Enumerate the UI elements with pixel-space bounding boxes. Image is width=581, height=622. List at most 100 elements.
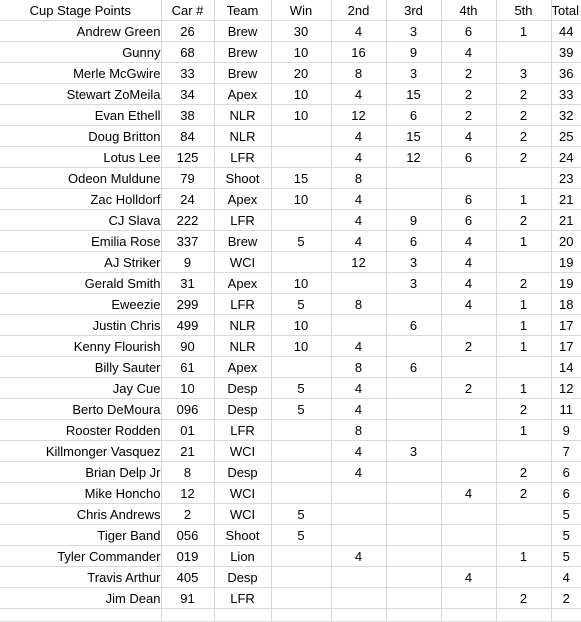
- cell-third: [385, 545, 442, 567]
- cell-third: 6: [385, 314, 442, 336]
- cell-win: [270, 566, 332, 588]
- cell-win: 10: [270, 188, 332, 210]
- cell-team: Lion: [213, 545, 272, 567]
- cell-second: 16: [330, 41, 387, 63]
- column-header-team: Team: [213, 0, 272, 21]
- cell-fifth: 1: [495, 335, 552, 357]
- table-row: Tyler Commander 019 Lion 4 1 5: [0, 545, 581, 567]
- column-header-total: Total Pts: [550, 0, 581, 21]
- cell-fifth: [495, 41, 552, 63]
- cell-total-points: 18: [550, 293, 581, 315]
- cell-third: [385, 377, 442, 399]
- cell-fourth: [440, 440, 497, 462]
- table-row: Eweezie 299 LFR 5 8 4 1 18: [0, 293, 581, 315]
- cell-total-points: 21: [550, 188, 581, 210]
- cell-team: Apex: [213, 188, 272, 210]
- cell-third: 12: [385, 146, 442, 168]
- cell-car-number: 222: [160, 209, 215, 231]
- cell-total-points: 2: [550, 587, 581, 609]
- cell-second: 4: [330, 461, 387, 483]
- cell-third: 3: [385, 251, 442, 273]
- cell-car-number: 125: [160, 146, 215, 168]
- table-header-row: Cup Stage Points Car # Team Win 2nd 3rd …: [0, 0, 581, 21]
- cell-fifth: 1: [495, 314, 552, 336]
- cell-total-points: 7: [550, 440, 581, 462]
- table-row: Evan Ethell 38 NLR 10 12 6 2 2 32: [0, 104, 581, 126]
- cell-fourth: 6: [440, 209, 497, 231]
- cell-fifth: 2: [495, 125, 552, 147]
- cell-empty: [495, 608, 552, 622]
- cell-car-number: 019: [160, 545, 215, 567]
- cell-empty: [330, 608, 387, 622]
- cell-second: 4: [330, 545, 387, 567]
- cell-team: Apex: [213, 272, 272, 294]
- cell-fifth: [495, 356, 552, 378]
- cell-fourth: [440, 419, 497, 441]
- cell-team: LFR: [213, 146, 272, 168]
- cell-win: [270, 482, 332, 504]
- cell-team: WCI: [213, 440, 272, 462]
- cell-team: LFR: [213, 293, 272, 315]
- cell-third: [385, 188, 442, 210]
- cell-fourth: 4: [440, 272, 497, 294]
- cell-total-points: 32: [550, 104, 581, 126]
- cell-win: [270, 356, 332, 378]
- table-row: Jay Cue 10 Desp 5 4 2 1 12: [0, 377, 581, 399]
- cell-total-points: 6: [550, 461, 581, 483]
- cell-car-number: 12: [160, 482, 215, 504]
- cell-driver-name: Odeon Muldune: [0, 167, 162, 189]
- cell-car-number: 056: [160, 524, 215, 546]
- cell-total-points: 21: [550, 209, 581, 231]
- cell-win: 20: [270, 62, 332, 84]
- cell-third: 3: [385, 440, 442, 462]
- cell-fourth: 6: [440, 20, 497, 42]
- cell-third: [385, 524, 442, 546]
- table-row: Doug Britton 84 NLR 4 15 4 2 25: [0, 125, 581, 147]
- cell-third: 6: [385, 230, 442, 252]
- cell-second: 4: [330, 188, 387, 210]
- cell-car-number: 8: [160, 461, 215, 483]
- cell-total-points: 33: [550, 83, 581, 105]
- cell-driver-name: Gunny: [0, 41, 162, 63]
- table-row: Lotus Lee 125 LFR 4 12 6 2 24: [0, 146, 581, 168]
- cell-team: Brew: [213, 62, 272, 84]
- cell-second: 8: [330, 62, 387, 84]
- table-row: Travis Arthur 405 Desp 4 4: [0, 566, 581, 588]
- cell-car-number: 2: [160, 503, 215, 525]
- cell-win: 5: [270, 377, 332, 399]
- cell-team: LFR: [213, 587, 272, 609]
- table-row: Emilia Rose 337 Brew 5 4 6 4 1 20: [0, 230, 581, 252]
- cell-second: 4: [330, 335, 387, 357]
- cell-car-number: 499: [160, 314, 215, 336]
- cell-fourth: 6: [440, 188, 497, 210]
- cell-win: [270, 125, 332, 147]
- cell-total-points: 39: [550, 41, 581, 63]
- cup-stage-points-table: Cup Stage Points Car # Team Win 2nd 3rd …: [0, 0, 581, 622]
- cell-fourth: [440, 587, 497, 609]
- cell-car-number: 91: [160, 587, 215, 609]
- cell-driver-name: AJ Striker: [0, 251, 162, 273]
- cell-second: 12: [330, 251, 387, 273]
- table-row: Billy Sauter 61 Apex 8 6 14: [0, 356, 581, 378]
- cell-fifth: 2: [495, 104, 552, 126]
- cell-fifth: 1: [495, 293, 552, 315]
- cell-car-number: 26: [160, 20, 215, 42]
- cell-win: 10: [270, 104, 332, 126]
- table-row: Tiger Band 056 Shoot 5 5: [0, 524, 581, 546]
- cell-driver-name: Chris Andrews: [0, 503, 162, 525]
- cell-fifth: 1: [495, 377, 552, 399]
- cell-team: Shoot: [213, 524, 272, 546]
- cell-total-points: 12: [550, 377, 581, 399]
- cell-driver-name: Evan Ethell: [0, 104, 162, 126]
- column-header-car: Car #: [160, 0, 215, 21]
- cell-team: Brew: [213, 20, 272, 42]
- cell-fourth: 4: [440, 125, 497, 147]
- cell-fourth: 2: [440, 335, 497, 357]
- cell-team: NLR: [213, 314, 272, 336]
- table-row: Jim Dean 91 LFR 2 2: [0, 587, 581, 609]
- cell-team: NLR: [213, 335, 272, 357]
- cell-driver-name: Doug Britton: [0, 125, 162, 147]
- cell-win: 10: [270, 41, 332, 63]
- cell-second: [330, 272, 387, 294]
- cell-fifth: 1: [495, 188, 552, 210]
